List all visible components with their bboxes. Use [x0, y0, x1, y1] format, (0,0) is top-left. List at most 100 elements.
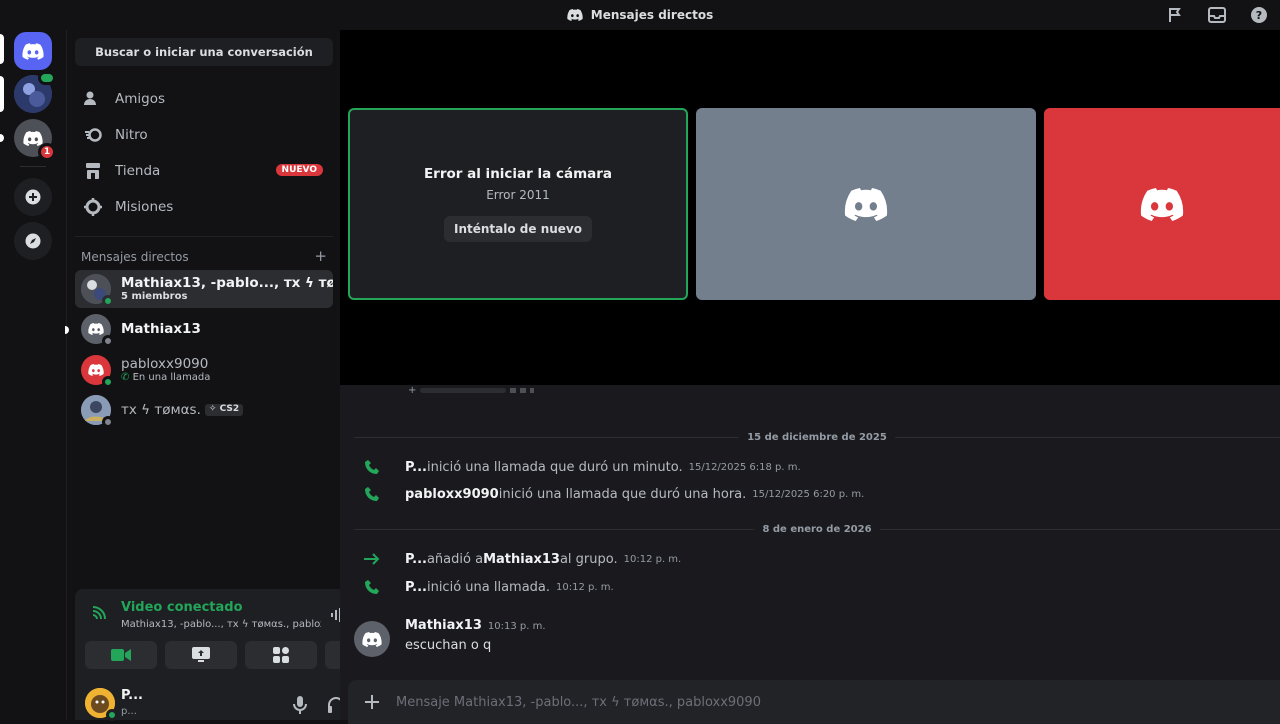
activities-icon: [273, 647, 289, 663]
offline-status-icon: [102, 335, 114, 347]
dm-item-tomas[interactable]: ᴛx ϟ ᴛøᴍαѕ. ✧ CS2: [75, 391, 333, 429]
call-phone-icon: [360, 579, 384, 595]
username[interactable]: P...: [121, 688, 143, 703]
dm-activity: En una llamada: [132, 371, 211, 383]
system-message: P... inició una llamada que duró un minu…: [360, 457, 1260, 477]
server-list: 1: [0, 30, 66, 720]
in-call-phone-icon: ✆: [121, 371, 133, 383]
flag-icon[interactable]: [1164, 4, 1186, 26]
new-badge: NUEVO: [275, 164, 323, 176]
active-call-pill: [0, 76, 4, 112]
system-message: P... añadió a Mathiax13 al grupo. 10:12 p…: [360, 549, 1260, 569]
message-author[interactable]: P...: [405, 460, 427, 475]
main-content: Error al iniciar la cámara Error 2011 In…: [340, 30, 1280, 724]
sidebar-separator: [75, 236, 333, 237]
discord-avatar-icon: [844, 187, 888, 221]
call-phone-icon: [360, 486, 384, 502]
user-status: p...: [121, 706, 137, 717]
cs2-tag: ✧ CS2: [204, 403, 244, 416]
nav-nitro-label: Nitro: [115, 127, 148, 143]
user-avatar[interactable]: [85, 688, 118, 721]
help-icon[interactable]: ?: [1248, 4, 1270, 26]
message-author[interactable]: P...: [405, 552, 427, 567]
discord-server-icon[interactable]: 1: [14, 119, 56, 161]
discord-home-icon[interactable]: [14, 32, 52, 70]
dm-name: Mathiax13: [121, 321, 201, 337]
mentioned-user[interactable]: Mathiax13: [483, 552, 560, 567]
voice-status[interactable]: Video conectado: [121, 600, 243, 615]
date-divider: 8 de enero de 2026: [354, 522, 1280, 536]
error-title: Error al iniciar la cámara: [423, 166, 613, 182]
camera-icon: [111, 649, 131, 661]
date-divider: 15 de diciembre de 2025: [354, 430, 1280, 444]
message-author[interactable]: Mathiax13: [405, 618, 482, 633]
timestamp: 10:13 p. m.: [487, 621, 546, 632]
message-text: inició una llamada que duró una hora.: [498, 486, 747, 502]
dm-name: ᴛx ϟ ᴛøᴍαѕ.: [121, 402, 201, 418]
dm-item-mathiax13[interactable]: Mathiax13: [75, 310, 333, 348]
connection-signal-icon: [91, 605, 107, 625]
nav-quests-label: Misiones: [115, 199, 174, 215]
online-status-icon: [106, 709, 118, 721]
timestamp: 15/12/2025 6:18 p. m.: [688, 461, 801, 473]
system-message: pabloxx9090 inició una llamada que duró …: [360, 484, 1260, 504]
dm-members: 5 miembros: [121, 290, 188, 302]
unread-pill: [0, 134, 4, 142]
message-author[interactable]: pabloxx9090: [405, 487, 499, 502]
attach-plus-icon[interactable]: [348, 694, 396, 710]
activities-button[interactable]: [245, 641, 317, 669]
message-avatar[interactable]: [354, 621, 390, 657]
participant-tile[interactable]: [1044, 108, 1280, 300]
timestamp: 10:12 p. m.: [556, 581, 614, 593]
avatar: [81, 355, 114, 388]
message-author[interactable]: P...: [405, 580, 427, 595]
screen-share-button[interactable]: [165, 641, 237, 669]
nav-quests[interactable]: Misiones: [75, 190, 333, 224]
message-text: inició una llamada.: [426, 579, 551, 595]
window-title: Mensajes directos: [567, 8, 713, 22]
camera-button[interactable]: [85, 641, 157, 669]
dm-item-pabloxx9090[interactable]: pabloxx9090 ✆ En una llamada: [75, 351, 333, 389]
avatar: [81, 395, 114, 428]
online-status-icon: [102, 376, 114, 388]
search-button[interactable]: Buscar o iniciar una conversación: [75, 38, 333, 66]
inbox-icon[interactable]: [1206, 4, 1228, 26]
offline-status-icon: [102, 416, 114, 428]
nav-nitro[interactable]: Nitro: [75, 118, 333, 152]
unread-indicator: [65, 326, 69, 334]
microphone-icon[interactable]: [293, 696, 307, 718]
dm-name: Mathiax13, -pablo..., ᴛx ϟ ᴛøᴍαѕ...: [121, 276, 333, 292]
title-bar: Mensajes directos ?: [0, 0, 1280, 30]
composer-placeholder: Mensaje Mathiax13, -pablo..., ᴛx ϟ ᴛøᴍαѕ…: [396, 694, 761, 710]
shop-icon: [83, 161, 103, 181]
call-phone-icon: [360, 459, 384, 475]
screen-share-icon: [192, 647, 210, 662]
video-call-badge-icon: [38, 71, 56, 85]
error-code: Error 2011: [486, 188, 550, 202]
camera-error-tile[interactable]: Error al iniciar la cámara Error 2011 In…: [348, 108, 688, 300]
add-server-icon[interactable]: [14, 178, 52, 216]
system-message: P... inició una llamada. 10:12 p. m.: [360, 577, 1260, 597]
participant-tile[interactable]: [696, 108, 1036, 300]
message-text: añadió a: [426, 551, 484, 567]
dm-section-header: Mensajes directos +: [81, 249, 327, 265]
nav-shop[interactable]: Tienda NUEVO: [75, 154, 333, 188]
discover-icon[interactable]: [14, 222, 52, 260]
online-status-icon: [102, 295, 114, 307]
group-avatar-icon[interactable]: [14, 71, 56, 113]
date-label: 8 de enero de 2026: [762, 523, 872, 535]
date-label: 15 de diciembre de 2025: [747, 431, 887, 443]
create-dm-plus-icon[interactable]: +: [314, 249, 327, 264]
video-call-area: Error al iniciar la cámara Error 2011 In…: [340, 30, 1280, 385]
arrow-right-icon: [360, 553, 384, 565]
dm-name: pabloxx9090: [121, 357, 209, 373]
nav-friends[interactable]: Amigos: [75, 82, 333, 116]
nitro-icon: [83, 125, 103, 145]
guild-separator: [20, 166, 46, 167]
dm-item-group[interactable]: Mathiax13, -pablo..., ᴛx ϟ ᴛøᴍαѕ... 5 mi…: [75, 270, 333, 308]
nav-friends-label: Amigos: [115, 91, 165, 107]
title-text: Mensajes directos: [590, 8, 714, 22]
message-composer[interactable]: Mensaje Mathiax13, -pablo..., ᴛx ϟ ᴛøᴍαѕ…: [348, 680, 1280, 724]
friends-icon: [83, 89, 103, 109]
retry-button[interactable]: Inténtalo de nuevo: [444, 216, 592, 242]
